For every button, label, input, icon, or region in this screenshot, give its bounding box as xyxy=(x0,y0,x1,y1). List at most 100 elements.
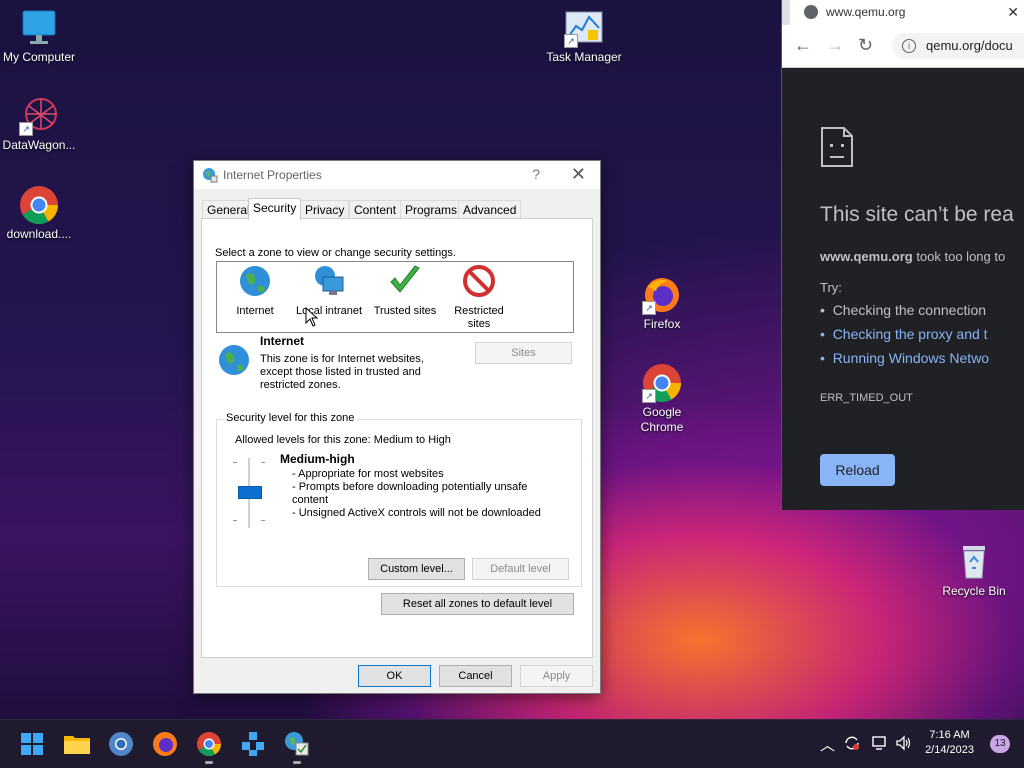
tab-advanced[interactable]: Advanced xyxy=(458,200,522,219)
error-host: www.qemu.org xyxy=(820,249,913,264)
suggestion-link[interactable]: • Running Windows Netwo xyxy=(820,350,989,374)
chrome-icon: ↗ xyxy=(642,363,682,403)
tab-security[interactable]: Security xyxy=(248,198,302,220)
monitor-icon xyxy=(19,8,59,48)
level-desc-line: - Prompts before downloading potentially… xyxy=(292,481,528,506)
security-tab-panel: Select a zone to view or change security… xyxy=(201,218,593,658)
firefox-icon xyxy=(153,732,177,756)
suggestion-list: • Checking the connection • Checking the… xyxy=(820,302,989,374)
sync-icon[interactable] xyxy=(843,734,861,752)
network-icon[interactable] xyxy=(870,734,888,752)
browser-tab[interactable]: www.qemu.org ✕ xyxy=(790,0,1024,25)
browser-window[interactable]: www.qemu.org ✕ ← → ↻ i qemu.org/docu Thi… xyxy=(781,0,1024,510)
apply-button[interactable]: Apply xyxy=(520,665,593,687)
restricted-icon xyxy=(463,265,495,297)
checkmark-icon xyxy=(390,265,420,293)
zone-prompt: Select a zone to view or change security… xyxy=(215,247,456,259)
browser-tab-bar: www.qemu.org ✕ xyxy=(782,0,1024,25)
internet-properties-dialog: Internet Properties ? ✕ General Security… xyxy=(193,160,601,694)
error-host-rest: took too long to xyxy=(912,249,1006,264)
shortcut-arrow-icon: ↗ xyxy=(642,389,656,403)
level-description: - Appropriate for most websites - Prompt… xyxy=(292,468,552,520)
suggestion-item: • Checking the connection xyxy=(820,302,987,318)
desktop-icon-label: DataWagon... xyxy=(2,138,76,152)
taskbar-firefox[interactable] xyxy=(149,728,181,760)
address-bar-url: qemu.org/docu xyxy=(926,38,1013,53)
mouse-cursor-icon xyxy=(305,307,319,327)
desktop-icon-recycle-bin[interactable]: Recycle Bin xyxy=(932,542,1016,599)
back-arrow-icon[interactable]: ← xyxy=(794,35,812,56)
ok-button[interactable]: OK xyxy=(358,665,431,687)
start-button[interactable] xyxy=(16,728,48,760)
tab-privacy[interactable]: Privacy xyxy=(300,200,350,219)
shortcut-arrow-icon: ↗ xyxy=(642,301,656,315)
zone-label: Internet xyxy=(236,305,274,317)
taskbar-file-explorer[interactable] xyxy=(61,728,93,760)
sites-button[interactable]: Sites xyxy=(475,342,572,364)
chrome-icon xyxy=(197,732,221,757)
globe-icon xyxy=(804,5,818,19)
shortcut-arrow-icon: ↗ xyxy=(19,122,33,136)
desktop-icon-label: Recycle Bin xyxy=(942,584,1006,598)
group-title: Security level for this zone xyxy=(223,412,358,424)
taskbar-internet-options[interactable] xyxy=(281,728,313,764)
error-title: This site can’t be rea xyxy=(820,203,1014,226)
error-page: This site can’t be rea www.qemu.org took… xyxy=(782,68,1024,510)
network-app-icon xyxy=(242,732,264,756)
info-icon[interactable]: i xyxy=(902,39,916,53)
address-bar[interactable]: i qemu.org/docu xyxy=(892,33,1024,59)
security-slider-thumb[interactable] xyxy=(238,486,262,499)
tab-programs[interactable]: Programs xyxy=(400,200,463,219)
reload-button[interactable]: Reload xyxy=(820,454,895,486)
default-level-button[interactable]: Default level xyxy=(472,558,569,580)
slider-tick xyxy=(261,462,265,463)
dialog-titlebar[interactable]: Internet Properties ? ✕ xyxy=(194,161,600,189)
tab-general[interactable]: General xyxy=(202,200,255,219)
desktop-icon-download[interactable]: download.... xyxy=(0,185,81,242)
desktop-icon-firefox[interactable]: ↗ Firefox xyxy=(620,275,704,332)
taskbar-app-network[interactable] xyxy=(237,728,269,760)
internet-options-icon xyxy=(285,732,309,756)
running-indicator xyxy=(293,761,301,764)
custom-level-button[interactable]: Custom level... xyxy=(368,558,465,580)
zone-trusted-sites[interactable]: Trusted sites xyxy=(370,262,440,318)
volume-icon[interactable] xyxy=(895,734,913,752)
sad-page-icon xyxy=(821,127,853,167)
error-code: ERR_TIMED_OUT xyxy=(820,392,913,404)
desktop-icon-task-manager[interactable]: ↗ Task Manager xyxy=(542,8,626,65)
zone-label: Trusted sites xyxy=(373,305,437,317)
taskbar-chrome[interactable] xyxy=(193,728,225,764)
close-button[interactable]: ✕ xyxy=(571,164,586,185)
level-desc-line: - Appropriate for most websites xyxy=(292,468,444,480)
desktop-icon-my-computer[interactable]: My Computer xyxy=(0,8,81,65)
suggestion-text: Checking the connection xyxy=(832,302,987,318)
help-button[interactable]: ? xyxy=(532,166,540,182)
reset-all-zones-button[interactable]: Reset all zones to default level xyxy=(381,593,574,615)
forward-arrow-icon[interactable]: → xyxy=(826,35,844,56)
notification-badge[interactable]: 13 xyxy=(990,735,1010,753)
browser-tab-title: www.qemu.org xyxy=(826,5,906,19)
taskbar: ︿ 7:16 AM 2/14/2023 13 xyxy=(0,719,1024,768)
folder-icon xyxy=(64,736,90,754)
error-message: www.qemu.org took too long to xyxy=(820,249,1005,264)
zone-restricted-sites[interactable]: Restricted sites xyxy=(444,262,514,331)
tab-content[interactable]: Content xyxy=(349,200,402,219)
reload-icon[interactable]: ↻ xyxy=(858,35,873,56)
taskbar-app-chromium[interactable] xyxy=(105,728,137,760)
clock[interactable]: 7:16 AM 2/14/2023 xyxy=(925,728,974,758)
close-tab-icon[interactable]: ✕ xyxy=(1007,0,1019,25)
zone-internet[interactable]: Internet xyxy=(220,262,290,318)
internet-options-icon xyxy=(203,168,218,183)
desktop-icon-google-chrome[interactable]: ↗ Google Chrome xyxy=(620,363,704,435)
desktop-icon-datawagon[interactable]: ↗ DataWagon... xyxy=(0,96,81,153)
try-label: Try: xyxy=(820,280,842,295)
zone-list: Internet Local intranet Trusted sites Re… xyxy=(216,261,574,333)
dialog-title: Internet Properties xyxy=(223,168,322,182)
chevron-up-icon[interactable]: ︿ xyxy=(820,734,835,755)
suggestion-link[interactable]: • Checking the proxy and t xyxy=(820,326,989,350)
security-level-group: Security level for this zone Allowed lev… xyxy=(216,412,582,587)
recycle-bin-icon xyxy=(954,542,994,582)
cancel-button[interactable]: Cancel xyxy=(439,665,512,687)
browser-toolbar: ← → ↻ i qemu.org/docu xyxy=(782,25,1024,68)
clock-time: 7:16 AM xyxy=(929,729,970,741)
